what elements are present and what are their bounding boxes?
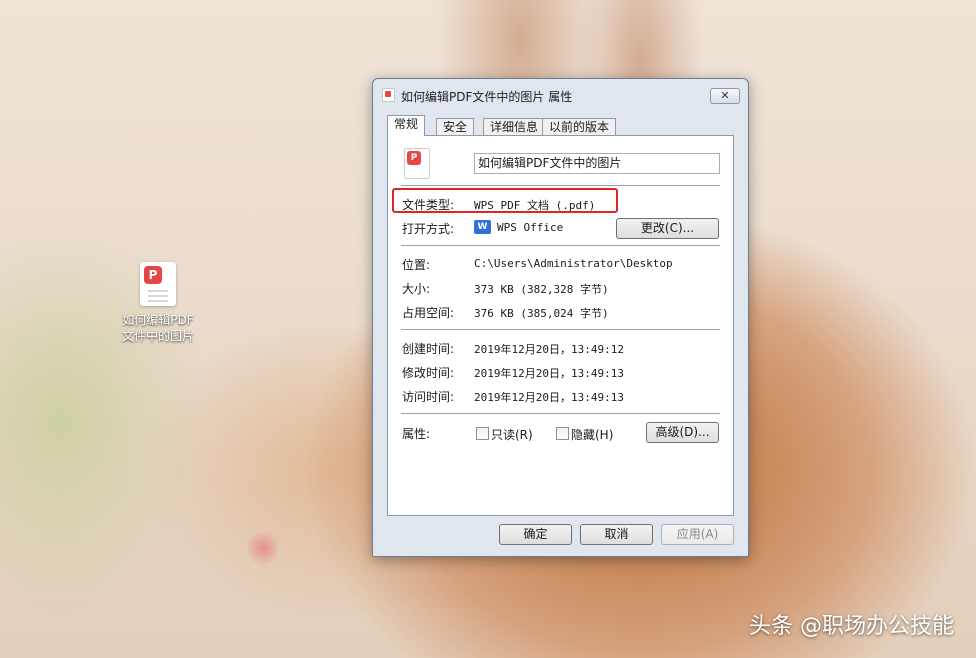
hidden-checkbox[interactable] <box>556 427 569 440</box>
file-type-value: WPS PDF 文档 (.pdf) <box>474 199 596 212</box>
attributes-label: 属性: <box>402 427 431 441</box>
pdf-file-icon: P <box>140 262 176 306</box>
tab-previous-versions[interactable]: 以前的版本 <box>542 118 617 136</box>
file-type-label: 文件类型: <box>402 198 455 212</box>
pdf-title-icon <box>382 88 395 102</box>
divider <box>401 245 720 246</box>
location-value: C:\Users\Administrator\Desktop <box>474 257 673 270</box>
readonly-checkbox[interactable] <box>476 427 489 440</box>
size-on-disk-label: 占用空间: <box>402 306 455 320</box>
file-type-icon: P <box>404 148 430 179</box>
size-on-disk-value: 376 KB (385,024 字节) <box>474 307 609 320</box>
size-label: 大小: <box>402 282 431 296</box>
accessed-label: 访问时间: <box>402 390 455 404</box>
apply-button[interactable]: 应用(A) <box>661 524 734 545</box>
wps-icon: W <box>474 220 491 234</box>
dialog-titlebar[interactable]: 如何编辑PDF文件中的图片 属性 ✕ <box>373 79 748 109</box>
divider <box>401 329 720 330</box>
properties-dialog: 如何编辑PDF文件中的图片 属性 ✕ 常规 安全 详细信息 以前的版本 P 如何… <box>372 78 749 557</box>
divider <box>401 413 720 414</box>
background-rabbit-nose <box>248 528 278 568</box>
hidden-label[interactable]: 隐藏(H) <box>571 426 613 443</box>
tab-details[interactable]: 详细信息 <box>483 118 546 136</box>
tab-general[interactable]: 常规 <box>387 115 426 136</box>
tab-security[interactable]: 安全 <box>436 118 475 136</box>
watermark-text: 头条 @职场办公技能 <box>749 614 954 639</box>
size-value: 373 KB (382,328 字节) <box>474 283 609 296</box>
divider <box>401 185 720 186</box>
cancel-button[interactable]: 取消 <box>580 524 653 545</box>
readonly-label[interactable]: 只读(R) <box>491 426 533 443</box>
desktop-pdf-file-icon[interactable]: P 如何编辑PDF 文件中的图片 <box>112 262 204 344</box>
open-with-value: WPS Office <box>497 221 564 234</box>
advanced-button[interactable]: 高级(D)... <box>646 422 719 443</box>
modified-label: 修改时间: <box>402 366 455 380</box>
modified-value: 2019年12月20日，13:49:13 <box>474 367 624 380</box>
general-tab-panel: P 如何编辑PDF文件中的图片 文件类型: WPS PDF 文档 (.pdf) … <box>387 135 734 516</box>
desktop-icon-label: 如何编辑PDF 文件中的图片 <box>121 313 194 343</box>
location-label: 位置: <box>402 258 431 272</box>
dialog-title: 如何编辑PDF文件中的图片 属性 <box>401 90 573 104</box>
close-button[interactable]: ✕ <box>710 88 740 104</box>
created-value: 2019年12月20日，13:49:12 <box>474 343 624 356</box>
created-label: 创建时间: <box>402 342 455 356</box>
open-with-label: 打开方式: <box>402 222 455 236</box>
change-button[interactable]: 更改(C)... <box>616 218 719 239</box>
file-name-input[interactable]: 如何编辑PDF文件中的图片 <box>474 153 720 174</box>
ok-button[interactable]: 确定 <box>499 524 572 545</box>
accessed-value: 2019年12月20日，13:49:13 <box>474 391 624 404</box>
